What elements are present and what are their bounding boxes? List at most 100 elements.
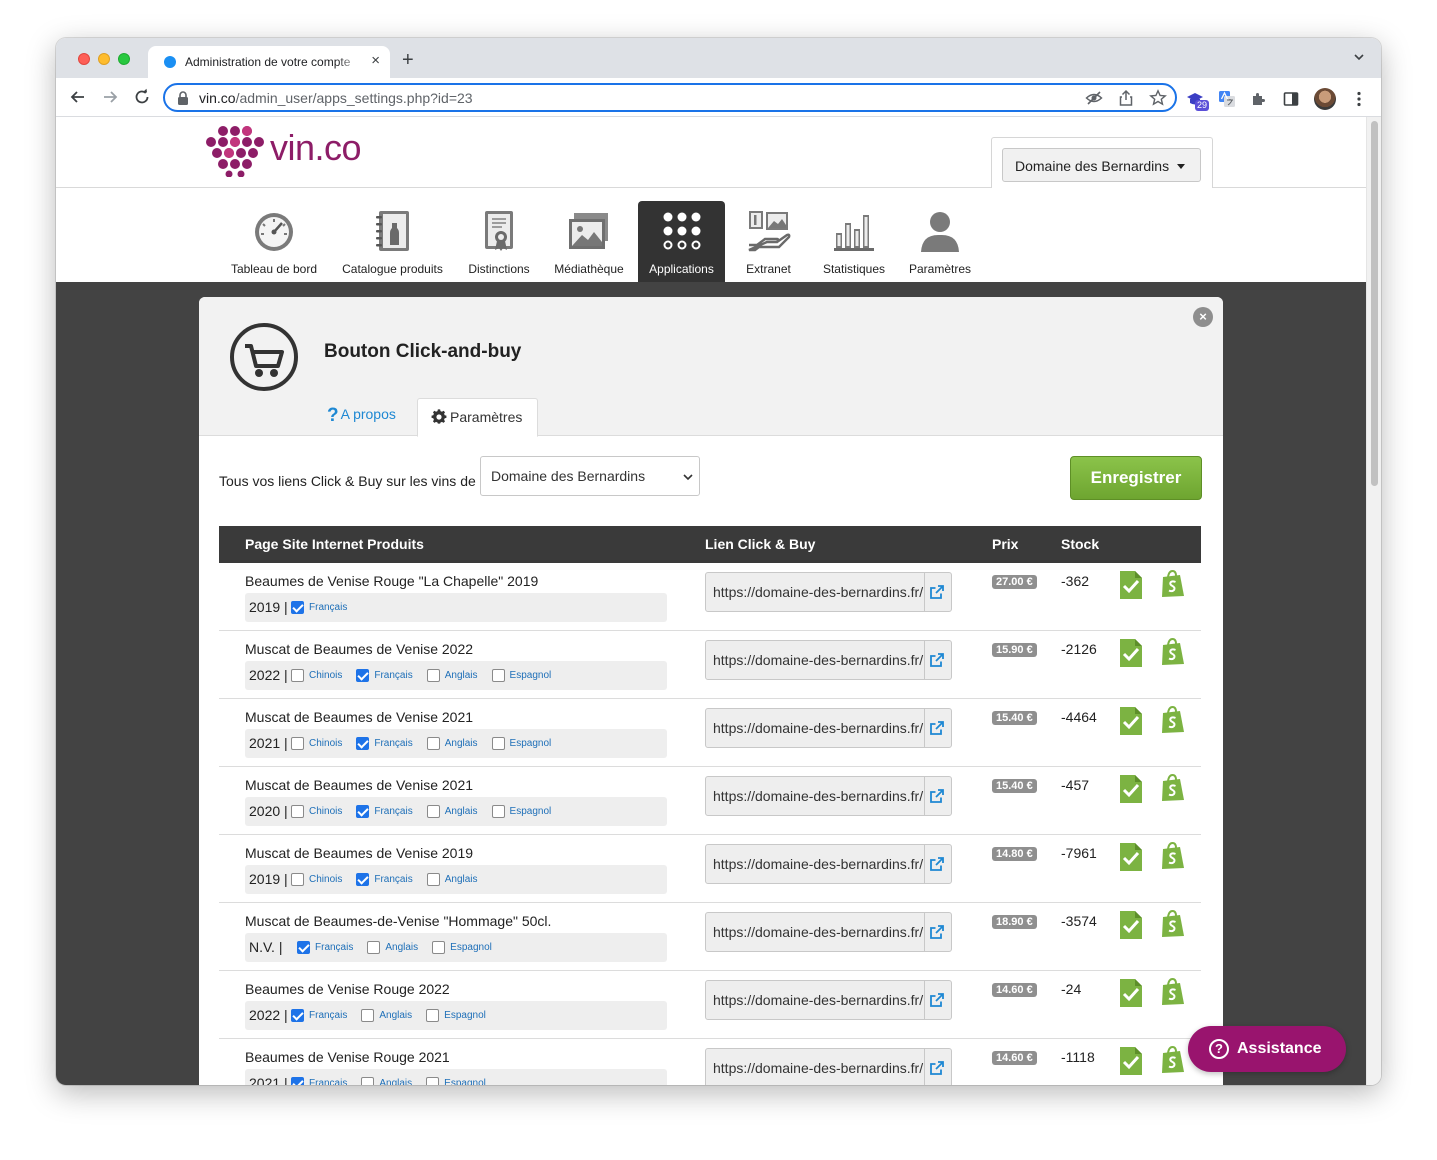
shopify-bag-icon[interactable]	[1160, 1046, 1186, 1074]
eye-off-icon[interactable]	[1085, 89, 1103, 107]
language-checkbox[interactable]	[426, 1077, 440, 1085]
language-option[interactable]: Anglais	[426, 873, 478, 886]
language-option[interactable]: Anglais	[426, 669, 478, 682]
language-checkbox[interactable]	[356, 805, 370, 818]
logo-text[interactable]: vin.co	[270, 127, 362, 169]
bookmark-star-icon[interactable]	[1149, 89, 1167, 107]
external-link-icon[interactable]	[929, 788, 945, 804]
language-option[interactable]: Espagnol	[491, 669, 551, 682]
language-checkbox[interactable]	[361, 1009, 375, 1022]
page-scrollbar[interactable]	[1366, 117, 1381, 1085]
language-checkbox[interactable]	[432, 941, 446, 954]
maximize-window-button[interactable]	[118, 53, 130, 65]
nav-statistiques[interactable]: Statistiques	[812, 201, 896, 282]
nav-extranet[interactable]: Extranet	[733, 201, 804, 282]
new-tab-button[interactable]: +	[402, 50, 414, 70]
language-option[interactable]: Anglais	[367, 941, 418, 954]
language-option[interactable]: Français	[356, 669, 413, 682]
language-checkbox[interactable]	[356, 873, 370, 886]
language-option[interactable]: Chinois	[291, 737, 342, 750]
external-link-icon[interactable]	[929, 924, 945, 940]
assistance-button[interactable]: ? Assistance	[1188, 1026, 1346, 1072]
nav-parametres[interactable]: Paramètres	[904, 201, 976, 282]
language-option[interactable]: Français	[291, 1077, 347, 1085]
external-link-icon[interactable]	[929, 992, 945, 1008]
language-option[interactable]: Chinois	[291, 805, 342, 818]
close-window-button[interactable]	[78, 53, 90, 65]
shopify-bag-icon[interactable]	[1160, 978, 1186, 1006]
document-check-icon[interactable]	[1120, 571, 1142, 599]
tab-a-propos[interactable]: ? A propos	[327, 405, 396, 427]
language-checkbox[interactable]	[291, 1009, 304, 1022]
url-text[interactable]: vin.co/admin_user/apps_settings.php?id=2…	[199, 90, 473, 106]
forward-arrow-icon[interactable]	[101, 88, 119, 106]
external-link-icon[interactable]	[929, 652, 945, 668]
nav-catalogue-produits[interactable]: Catalogue produits	[334, 201, 451, 282]
language-checkbox[interactable]	[297, 941, 310, 954]
click-buy-link-input[interactable]: https://domaine-des-bernardins.fr/	[706, 641, 925, 679]
external-link-icon[interactable]	[929, 720, 945, 736]
click-buy-link-input[interactable]: https://domaine-des-bernardins.fr/	[706, 1049, 925, 1085]
language-option[interactable]: Français	[356, 737, 413, 750]
reload-icon[interactable]	[133, 88, 151, 106]
click-buy-link-input[interactable]: https://domaine-des-bernardins.fr/	[706, 709, 925, 747]
domain-filter-select[interactable]: Domaine des Bernardins	[480, 456, 700, 496]
domain-selector-dropdown[interactable]: Domaine des Bernardins	[1002, 148, 1201, 182]
language-option[interactable]: Espagnol	[491, 805, 551, 818]
external-link-icon[interactable]	[929, 584, 945, 600]
language-checkbox[interactable]	[291, 873, 304, 886]
nav-distinctions[interactable]: Distinctions	[458, 201, 540, 282]
language-option[interactable]: Anglais	[361, 1077, 412, 1085]
address-bar[interactable]: vin.co/admin_user/apps_settings.php?id=2…	[163, 83, 1177, 112]
kebab-menu-icon[interactable]	[1350, 90, 1368, 108]
share-icon[interactable]	[1117, 89, 1135, 107]
tab-search-chevron-icon[interactable]	[1353, 51, 1365, 63]
language-option[interactable]: Espagnol	[491, 737, 551, 750]
side-panel-icon[interactable]	[1282, 90, 1300, 108]
nav-mediatheque[interactable]: Médiathèque	[546, 201, 632, 282]
nav-tableau-de-bord[interactable]: Tableau de bord	[226, 201, 322, 282]
click-buy-link-input[interactable]: https://domaine-des-bernardins.fr/	[706, 573, 925, 611]
language-option[interactable]: Français	[356, 873, 413, 886]
external-link-icon[interactable]	[929, 1060, 945, 1076]
language-checkbox[interactable]	[491, 737, 505, 750]
shopify-bag-icon[interactable]	[1160, 638, 1186, 666]
language-checkbox[interactable]	[291, 1077, 304, 1085]
shopify-bag-icon[interactable]	[1160, 842, 1186, 870]
browser-tab[interactable]: Administration de votre compte ×	[148, 46, 390, 78]
click-buy-link-input[interactable]: https://domaine-des-bernardins.fr/	[706, 981, 925, 1019]
language-checkbox[interactable]	[426, 669, 440, 682]
click-buy-link-input[interactable]: https://domaine-des-bernardins.fr/	[706, 913, 925, 951]
scrollbar-thumb[interactable]	[1371, 121, 1378, 486]
language-option[interactable]: Espagnol	[426, 1077, 486, 1085]
language-checkbox[interactable]	[426, 1009, 440, 1022]
nav-applications[interactable]: Applications	[638, 201, 725, 282]
language-option[interactable]: Anglais	[426, 737, 478, 750]
tab-close-icon[interactable]: ×	[371, 52, 380, 70]
minimize-window-button[interactable]	[98, 53, 110, 65]
document-check-icon[interactable]	[1120, 979, 1142, 1007]
language-checkbox[interactable]	[491, 669, 505, 682]
document-check-icon[interactable]	[1120, 911, 1142, 939]
back-arrow-icon[interactable]	[69, 88, 87, 106]
vinco-grapes-logo-icon[interactable]	[204, 125, 266, 177]
shopify-bag-icon[interactable]	[1160, 774, 1186, 802]
document-check-icon[interactable]	[1120, 707, 1142, 735]
graduation-cap-extension-icon[interactable]: 29	[1186, 90, 1210, 111]
click-buy-link-input[interactable]: https://domaine-des-bernardins.fr/	[706, 845, 925, 883]
shopify-bag-icon[interactable]	[1160, 910, 1186, 938]
language-checkbox[interactable]	[426, 805, 440, 818]
language-option[interactable]: Chinois	[291, 669, 342, 682]
language-option[interactable]: Français	[291, 1009, 347, 1022]
language-checkbox[interactable]	[291, 805, 304, 818]
document-check-icon[interactable]	[1120, 1047, 1142, 1075]
lock-icon[interactable]	[177, 91, 189, 105]
google-translate-icon[interactable]	[1218, 90, 1236, 108]
language-option[interactable]: Français	[297, 941, 353, 954]
click-buy-link-input[interactable]: https://domaine-des-bernardins.fr/	[706, 777, 925, 815]
language-checkbox[interactable]	[291, 669, 304, 682]
document-check-icon[interactable]	[1120, 843, 1142, 871]
language-checkbox[interactable]	[426, 737, 440, 750]
profile-avatar[interactable]	[1314, 88, 1336, 110]
tab-parametres[interactable]: Paramètres	[417, 398, 538, 437]
